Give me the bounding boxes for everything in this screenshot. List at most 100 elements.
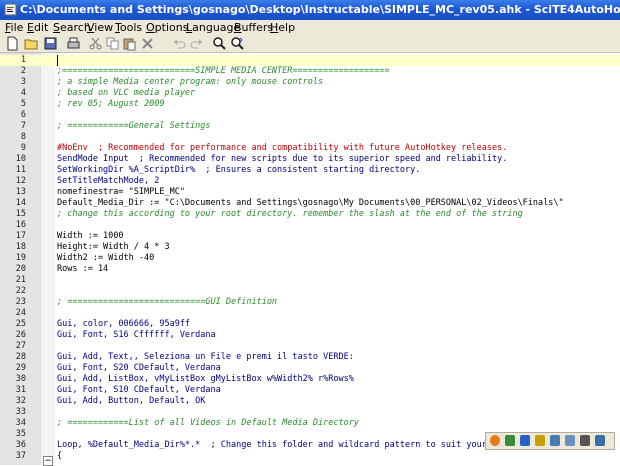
- delete-icon[interactable]: [140, 36, 155, 51]
- code-text: ; rev 05; August 2009: [57, 99, 165, 109]
- menu-tools[interactable]: Tools: [115, 21, 142, 34]
- line-number: 1: [20, 55, 26, 65]
- line-number: 18: [15, 242, 26, 252]
- code-line[interactable]: 27: [0, 341, 620, 352]
- code-line[interactable]: 28 Gui, Add, Text,, Seleziona un File e p…: [0, 352, 620, 363]
- code-line[interactable]: 21: [0, 275, 620, 286]
- code-line[interactable]: 10 SendMode Input ; Recommended for new s…: [0, 154, 620, 165]
- code-line[interactable]: 7 ; ============General Settings: [0, 121, 620, 132]
- keyboard-icon[interactable]: [595, 435, 605, 446]
- code-text: Width := 1000: [57, 231, 124, 241]
- menu-buffers[interactable]: Buffers: [234, 21, 273, 34]
- line-number: 37: [15, 451, 26, 461]
- paste-icon[interactable]: [122, 36, 137, 51]
- code-line[interactable]: 9 #NoEnv ; Recommended for performance an…: [0, 143, 620, 154]
- system-tray: [485, 432, 615, 450]
- code-line[interactable]: 33: [0, 407, 620, 418]
- line-number: 22: [15, 286, 26, 296]
- code-line[interactable]: 26 Gui, Font, S16 Cffffff, Verdana: [0, 330, 620, 341]
- line-number: 29: [15, 363, 26, 373]
- line-number: 27: [15, 341, 26, 351]
- redo-icon[interactable]: [189, 36, 204, 51]
- line-number: 6: [20, 110, 26, 120]
- code-line[interactable]: 6: [0, 110, 620, 121]
- line-number: 4: [20, 88, 26, 98]
- code-text: ; ============List of all Videos in Defa…: [57, 418, 359, 428]
- code-line[interactable]: 8: [0, 132, 620, 143]
- toolbar: [0, 35, 620, 53]
- code-line[interactable]: 24: [0, 308, 620, 319]
- line-number: 25: [15, 319, 26, 329]
- line-number: 34: [15, 418, 26, 428]
- line-number: 36: [15, 440, 26, 450]
- code-line[interactable]: 31 Gui, Font, S10 CDefault, Verdana: [0, 385, 620, 396]
- menu-options[interactable]: Options: [146, 21, 188, 34]
- code-line[interactable]: 5 ; rev 05; August 2009: [0, 99, 620, 110]
- code-line[interactable]: 29 Gui, Font, S20 CDefault, Verdana: [0, 363, 620, 374]
- code-line[interactable]: 4 ; based on VLC media player: [0, 88, 620, 99]
- monitor-icon[interactable]: [550, 435, 560, 446]
- code-editor[interactable]: − 1 2 ;==========================SIMPLE ME…: [0, 53, 620, 466]
- code-text: Gui, Font, S10 CDefault, Verdana: [57, 385, 221, 395]
- code-line[interactable]: 19 Width2 := Width -40: [0, 253, 620, 264]
- new-file-icon[interactable]: [5, 36, 20, 51]
- line-number: 7: [20, 121, 26, 131]
- code-text: Height:= Width / 4 * 3: [57, 242, 170, 252]
- code-text: Gui, Add, Button, Default, OK: [57, 396, 206, 406]
- code-line[interactable]: 32 Gui, Add, Button, Default, OK: [0, 396, 620, 407]
- code-line[interactable]: 3 ; a simple Media center program: only m…: [0, 77, 620, 88]
- code-text: SetWorkingDir %A_ScriptDir% ; Ensures a …: [57, 165, 421, 175]
- code-line[interactable]: 34 ; ============List of all Videos in De…: [0, 418, 620, 429]
- vlc-icon[interactable]: [490, 435, 500, 446]
- print-icon[interactable]: [66, 36, 81, 51]
- code-line[interactable]: 13 nomefinestra= "SIMPLE_MC": [0, 187, 620, 198]
- replace-icon[interactable]: [230, 36, 245, 51]
- code-line[interactable]: 1: [0, 55, 620, 66]
- speaker-icon[interactable]: [580, 435, 590, 446]
- menu-search[interactable]: Search: [53, 21, 91, 34]
- menu-view[interactable]: View: [87, 21, 113, 34]
- open-folder-icon[interactable]: [24, 36, 39, 51]
- code-line[interactable]: 11 SetWorkingDir %A_ScriptDir% ; Ensures …: [0, 165, 620, 176]
- code-text: Loop, %Default_Media_Dir%*.* ; Change th…: [57, 440, 487, 450]
- code-line[interactable]: 15 ; change this according to your root d…: [0, 209, 620, 220]
- code-line[interactable]: 14 Default_Media_Dir := "C:\Documents and…: [0, 198, 620, 209]
- cut-icon[interactable]: [88, 36, 103, 51]
- menu-help[interactable]: Help: [270, 21, 295, 34]
- code-line[interactable]: 37 {: [0, 451, 620, 462]
- code-text: Rows := 14: [57, 264, 109, 274]
- code-line[interactable]: 30 Gui, Add, ListBox, vMyListBox gMyListB…: [0, 374, 620, 385]
- line-number: 35: [15, 429, 26, 439]
- text-caret: [57, 55, 58, 66]
- code-line[interactable]: 18 Height:= Width / 4 * 3: [0, 242, 620, 253]
- code-line[interactable]: 12 SetTitleMatchMode, 2: [0, 176, 620, 187]
- code-line[interactable]: 23 ; ===========================GUI Defin…: [0, 297, 620, 308]
- code-line[interactable]: 20 Rows := 14: [0, 264, 620, 275]
- menu-language[interactable]: Language: [186, 21, 240, 34]
- code-line[interactable]: 17 Width := 1000: [0, 231, 620, 242]
- code-line[interactable]: 2 ;==========================SIMPLE MEDIA…: [0, 66, 620, 77]
- line-number: 28: [15, 352, 26, 362]
- line-number: 9: [20, 143, 26, 153]
- code-line[interactable]: 25 Gui, color, 006666, 95a9ff: [0, 319, 620, 330]
- autohotkey-icon[interactable]: [505, 435, 515, 446]
- line-number: 33: [15, 407, 26, 417]
- line-number: 19: [15, 253, 26, 263]
- line-number: 20: [15, 264, 26, 274]
- network-icon[interactable]: [565, 435, 575, 446]
- line-number: 30: [15, 374, 26, 384]
- title-bar: C:\Documents and Settings\gosnago\Deskto…: [0, 0, 620, 20]
- menu-file[interactable]: File: [5, 21, 23, 34]
- windows-icon[interactable]: [520, 435, 530, 446]
- line-number: 16: [15, 220, 26, 230]
- shield-icon[interactable]: [535, 435, 545, 446]
- line-number: 3: [20, 77, 26, 87]
- code-line[interactable]: 16: [0, 220, 620, 231]
- find-icon[interactable]: [212, 36, 227, 51]
- undo-icon[interactable]: [172, 36, 187, 51]
- code-line[interactable]: 22: [0, 286, 620, 297]
- window-title: C:\Documents and Settings\gosnago\Deskto…: [20, 3, 620, 16]
- save-icon[interactable]: [43, 36, 58, 51]
- menu-edit[interactable]: Edit: [27, 21, 48, 34]
- copy-icon[interactable]: [105, 36, 120, 51]
